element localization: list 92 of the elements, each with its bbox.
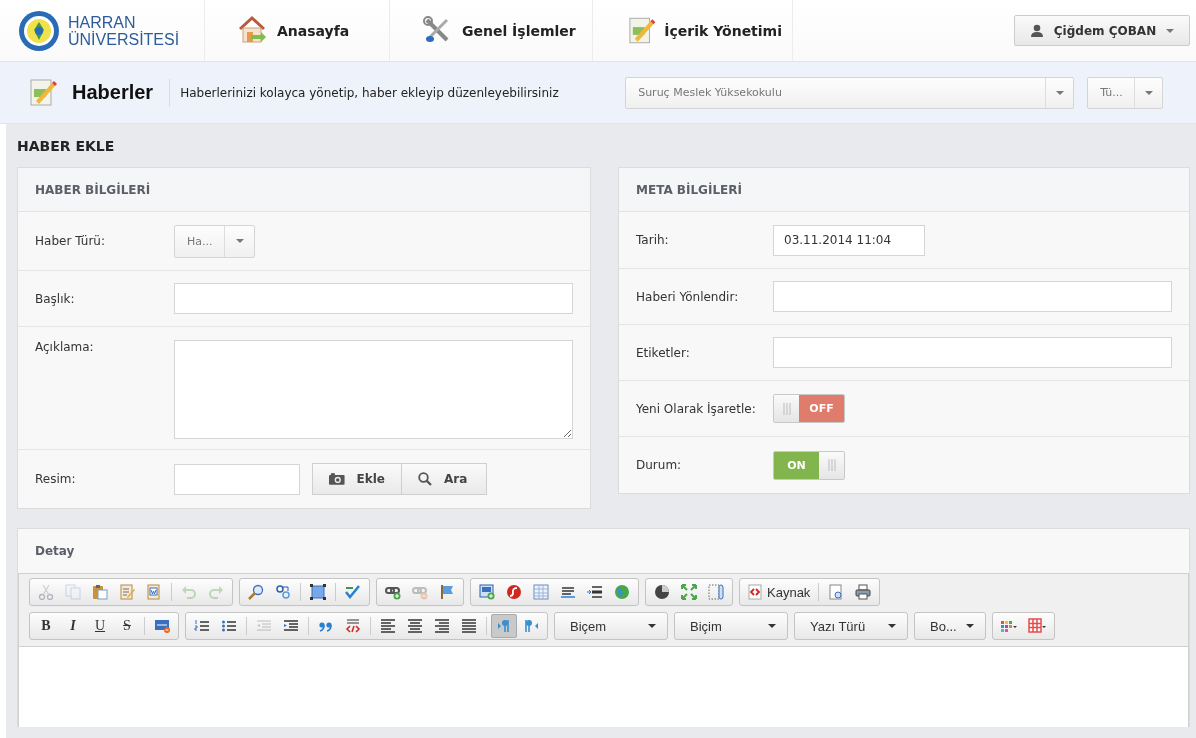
color-palette-icon [1000, 618, 1019, 634]
type-dropdown[interactable]: Ha... [174, 224, 255, 258]
nav-link[interactable]: Anasayfa [205, 0, 390, 61]
grip-icon [782, 402, 791, 415]
scissors-icon [38, 584, 54, 600]
toolbar-button[interactable]: Kaynak [743, 580, 815, 604]
section-title: HABER EKLE [17, 137, 116, 156]
text-field[interactable] [174, 283, 573, 314]
unit-dropdown[interactable]: Suruç Meslek Yüksekokulu [625, 76, 1075, 109]
text-field[interactable] [773, 281, 1172, 312]
align-left-icon [380, 618, 396, 634]
date-field[interactable]: 03.11.2014 11:04 [773, 224, 925, 256]
indent-icon [283, 618, 299, 634]
outdent-icon [256, 618, 272, 634]
spellcheck-icon [345, 584, 361, 600]
nav-link[interactable]: Genel İşlemler [390, 0, 593, 61]
add-button[interactable]: Ekle [312, 463, 402, 495]
redo-icon [208, 584, 224, 600]
field-label: Açıklama: [35, 340, 95, 354]
field-label: Tarih: [636, 233, 670, 247]
format-button[interactable]: U [87, 614, 113, 638]
select-all-icon [310, 584, 326, 600]
search-button[interactable]: Ara [402, 463, 487, 495]
caret-icon [966, 624, 974, 628]
flag-icon [439, 584, 455, 600]
horizontal-rule-icon [560, 584, 576, 600]
align-right-icon [434, 618, 450, 634]
page-title: Haberler [72, 81, 154, 104]
style-dropdown[interactable]: Biçem [558, 613, 664, 639]
panel-title: Detay [34, 543, 76, 560]
person-icon [1029, 23, 1044, 38]
brand-name: HARRAN [68, 13, 137, 31]
replace-icon [275, 584, 291, 600]
university-logo [18, 9, 60, 52]
format-button[interactable]: I [60, 614, 86, 638]
html-icon [154, 618, 170, 634]
notepad-icon [119, 584, 135, 600]
justify-icon [461, 618, 477, 634]
caret-icon [768, 624, 776, 628]
format-button[interactable]: S [114, 614, 140, 638]
unlink-icon [412, 584, 428, 600]
undo-icon [181, 584, 197, 600]
style-dropdown[interactable]: Biçim [678, 613, 784, 639]
bullet-list-icon [221, 618, 237, 634]
numbered-list-icon [194, 618, 210, 634]
field-label: Başlık: [35, 291, 76, 306]
document-icon [146, 584, 162, 600]
grid-color-icon [1028, 618, 1047, 634]
camera-icon [329, 473, 345, 485]
printer-icon [855, 584, 872, 600]
caret-icon [1166, 28, 1175, 33]
field-label: Resim: [35, 472, 77, 486]
style-dropdown[interactable]: Bo... [918, 613, 982, 639]
field-label: Haber Türü: [35, 234, 106, 248]
table-icon [533, 584, 549, 600]
caret-icon [235, 239, 244, 243]
globe-icon [614, 584, 630, 600]
filter-dropdown[interactable]: Tü... [1087, 76, 1164, 109]
field-label: Etiketler: [636, 345, 691, 360]
copy-icon [65, 584, 81, 600]
caret-icon [1144, 90, 1153, 95]
align-center-icon [407, 618, 423, 634]
magnifier-icon [248, 584, 264, 600]
flash-icon [506, 584, 522, 600]
user-menu-button[interactable]: Çiğdem ÇOBAN [1014, 15, 1190, 46]
image-path-field[interactable] [174, 463, 300, 495]
field-label: Yeni Olarak İşaretle: [636, 401, 757, 416]
style-dropdown[interactable]: Yazı Türü [798, 613, 904, 639]
show-blocks-icon [708, 584, 724, 600]
grip-icon [827, 459, 836, 471]
page-description: Haberlerinizi kolayca yönetip, haber ekleyip düzenleyebilirsiniz [180, 85, 560, 100]
right-to-left-icon [523, 618, 539, 634]
caret-icon [1055, 90, 1064, 95]
clipboard-icon [92, 584, 108, 600]
code-icon [747, 584, 763, 600]
nav-link[interactable]: İçerik Yönetimi [593, 0, 793, 61]
pie-chart-icon [654, 584, 670, 600]
image-icon [479, 584, 495, 600]
maximize-icon [681, 584, 697, 600]
left-to-right-icon [496, 618, 512, 634]
search-icon [418, 472, 432, 486]
caret-icon [648, 624, 656, 628]
page-break-icon [587, 584, 603, 600]
field-label: Durum: [636, 458, 683, 472]
caret-icon [888, 624, 896, 628]
brand-name: ÜNİVERSİTESİ [68, 30, 180, 48]
format-button[interactable]: B [33, 614, 59, 638]
field-label: Haberi Yönlendir: [636, 289, 740, 304]
text-field[interactable] [773, 337, 1172, 368]
preview-icon [828, 584, 845, 600]
div-icon [345, 618, 361, 634]
chain-icon [385, 584, 401, 600]
